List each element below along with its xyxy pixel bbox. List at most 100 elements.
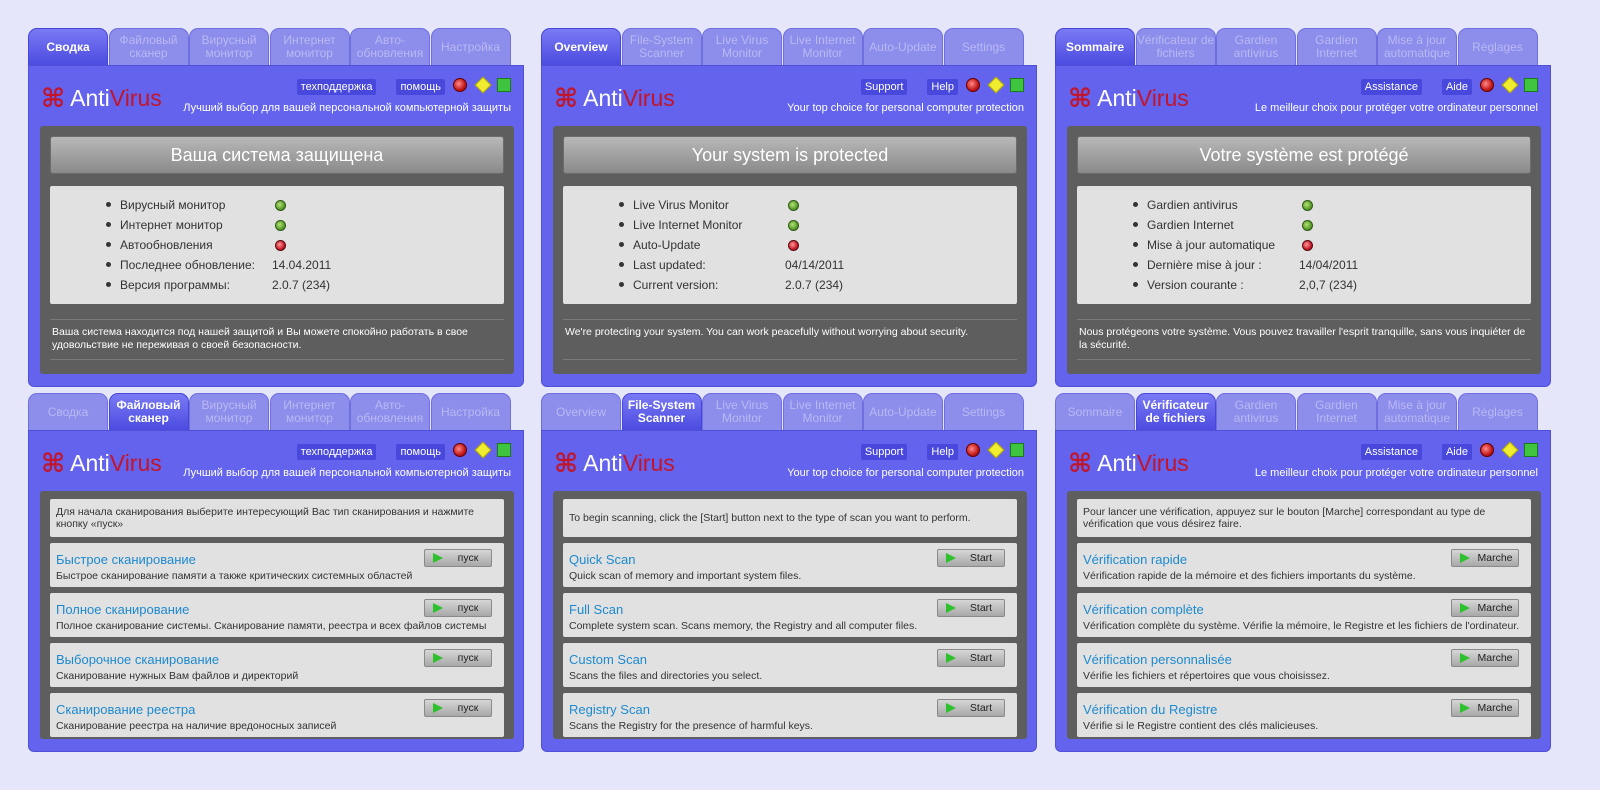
maximize-window-icon[interactable]	[1524, 78, 1538, 92]
tab-5[interactable]: Réglages	[1457, 28, 1538, 66]
scan-title[interactable]: Quick Scan	[569, 552, 635, 567]
support-link[interactable]: техподдержка	[296, 444, 377, 460]
maximize-window-icon[interactable]	[497, 443, 511, 457]
status-ok-icon	[275, 220, 286, 231]
start-scan-button[interactable]: Marche	[1451, 649, 1519, 667]
scan-title[interactable]: Custom Scan	[569, 652, 647, 667]
close-window-icon[interactable]	[453, 78, 467, 92]
maximize-window-icon[interactable]	[1010, 78, 1024, 92]
tab-3[interactable]: Live Internet Monitor	[782, 393, 863, 431]
help-link[interactable]: помощь	[396, 444, 445, 460]
tab-2[interactable]: Gardien antivirus	[1216, 28, 1296, 66]
tab-2[interactable]: Вирусный монитор	[189, 393, 269, 431]
tab-0[interactable]: Overview	[541, 28, 621, 66]
start-scan-button[interactable]: Marche	[1451, 699, 1519, 717]
tab-3[interactable]: Gardien Internet	[1296, 393, 1377, 431]
help-link[interactable]: Aide	[1441, 79, 1472, 95]
tab-1[interactable]: Файловый сканер	[108, 393, 189, 431]
tab-5[interactable]: Réglages	[1457, 393, 1538, 431]
status-label: Вирусный монитор	[120, 198, 226, 212]
tab-2[interactable]: Gardien antivirus	[1216, 393, 1296, 431]
tab-0[interactable]: Сводка	[28, 28, 108, 66]
help-link[interactable]: Aide	[1441, 444, 1472, 460]
scan-title[interactable]: Full Scan	[569, 602, 623, 617]
status-ok-icon	[788, 200, 799, 211]
start-scan-button[interactable]: Marche	[1451, 549, 1519, 567]
minimize-window-icon[interactable]	[987, 76, 1005, 94]
scan-title[interactable]: Быстрое сканирование	[56, 552, 196, 567]
tab-1[interactable]: Vérificateur de fichiers	[1135, 28, 1216, 66]
tab-3[interactable]: Gardien Internet	[1296, 28, 1377, 66]
scan-title[interactable]: Полное сканирование	[56, 602, 189, 617]
start-button-label: Marche	[1477, 702, 1513, 714]
tab-2[interactable]: Вирусный монитор	[189, 28, 269, 66]
scan-title[interactable]: Registry Scan	[569, 702, 650, 717]
start-scan-button[interactable]: пуск	[424, 649, 492, 667]
tab-3[interactable]: Интернет монитор	[269, 393, 350, 431]
tab-4[interactable]: Auto-Update	[863, 393, 943, 431]
tab-5[interactable]: Настройка	[430, 393, 511, 431]
tab-5[interactable]: Настройка	[430, 28, 511, 66]
tab-1[interactable]: File-System Scanner	[621, 393, 702, 431]
scan-title[interactable]: Сканирование реестра	[56, 702, 195, 717]
start-scan-button[interactable]: Start	[937, 699, 1005, 717]
scan-title[interactable]: Выборочное сканирование	[56, 652, 219, 667]
help-link[interactable]: помощь	[396, 79, 445, 95]
close-window-icon[interactable]	[453, 443, 467, 457]
start-scan-button[interactable]: пуск	[424, 599, 492, 617]
tab-0[interactable]: Overview	[541, 393, 621, 431]
support-link[interactable]: Assistance	[1360, 79, 1422, 95]
tab-5[interactable]: Settings	[943, 393, 1024, 431]
scan-title[interactable]: Vérification rapide	[1083, 552, 1187, 567]
minimize-window-icon[interactable]	[987, 441, 1005, 459]
tab-4[interactable]: Auto-Update	[863, 28, 943, 66]
start-scan-button[interactable]: Marche	[1451, 599, 1519, 617]
tab-1[interactable]: Vérificateur de fichiers	[1135, 393, 1216, 431]
start-scan-button[interactable]: Start	[937, 649, 1005, 667]
logo: ⌘ Anti Virus	[41, 85, 162, 112]
minimize-window-icon[interactable]	[1501, 441, 1519, 459]
tab-5[interactable]: Settings	[943, 28, 1024, 66]
tab-1[interactable]: File-System Scanner	[621, 28, 702, 66]
minimize-window-icon[interactable]	[474, 441, 492, 459]
bullet-icon	[1133, 282, 1138, 287]
scan-title[interactable]: Vérification personnalisée	[1083, 652, 1232, 667]
command-key-icon: ⌘	[554, 448, 579, 478]
minimize-window-icon[interactable]	[474, 76, 492, 94]
tab-1[interactable]: Файловый сканер	[108, 28, 189, 66]
status-label: Live Internet Monitor	[633, 218, 743, 232]
tab-0[interactable]: Сводка	[28, 393, 108, 431]
tab-4[interactable]: Авто- обновления	[350, 28, 430, 66]
support-link[interactable]: Assistance	[1360, 444, 1422, 460]
support-link[interactable]: Support	[860, 79, 908, 95]
tab-2[interactable]: Live Virus Monitor	[702, 393, 782, 431]
status-row: Gardien Internet	[1133, 215, 1523, 235]
close-window-icon[interactable]	[966, 78, 980, 92]
start-scan-button[interactable]: пуск	[424, 549, 492, 567]
tab-3[interactable]: Интернет монитор	[269, 28, 350, 66]
start-scan-button[interactable]: пуск	[424, 699, 492, 717]
close-window-icon[interactable]	[966, 443, 980, 457]
help-link[interactable]: Help	[927, 79, 958, 95]
maximize-window-icon[interactable]	[497, 78, 511, 92]
tab-4[interactable]: Mise à jour automatique	[1377, 28, 1457, 66]
tab-3[interactable]: Live Internet Monitor	[782, 28, 863, 66]
close-window-icon[interactable]	[1480, 78, 1494, 92]
maximize-window-icon[interactable]	[1010, 443, 1024, 457]
support-link[interactable]: техподдержка	[296, 79, 377, 95]
scan-title[interactable]: Vérification du Registre	[1083, 702, 1217, 717]
tab-0[interactable]: Sommaire	[1055, 28, 1135, 66]
minimize-window-icon[interactable]	[1501, 76, 1519, 94]
tab-2[interactable]: Live Virus Monitor	[702, 28, 782, 66]
support-link[interactable]: Support	[860, 444, 908, 460]
maximize-window-icon[interactable]	[1524, 443, 1538, 457]
help-link[interactable]: Help	[927, 444, 958, 460]
panel-body: ⌘ Anti Virus Support Help Your top choice for…	[541, 65, 1037, 387]
start-scan-button[interactable]: Start	[937, 549, 1005, 567]
tab-4[interactable]: Mise à jour automatique	[1377, 393, 1457, 431]
start-scan-button[interactable]: Start	[937, 599, 1005, 617]
tab-0[interactable]: Sommaire	[1055, 393, 1135, 431]
tab-4[interactable]: Авто- обновления	[350, 393, 430, 431]
close-window-icon[interactable]	[1480, 443, 1494, 457]
scan-title[interactable]: Vérification complète	[1083, 602, 1204, 617]
